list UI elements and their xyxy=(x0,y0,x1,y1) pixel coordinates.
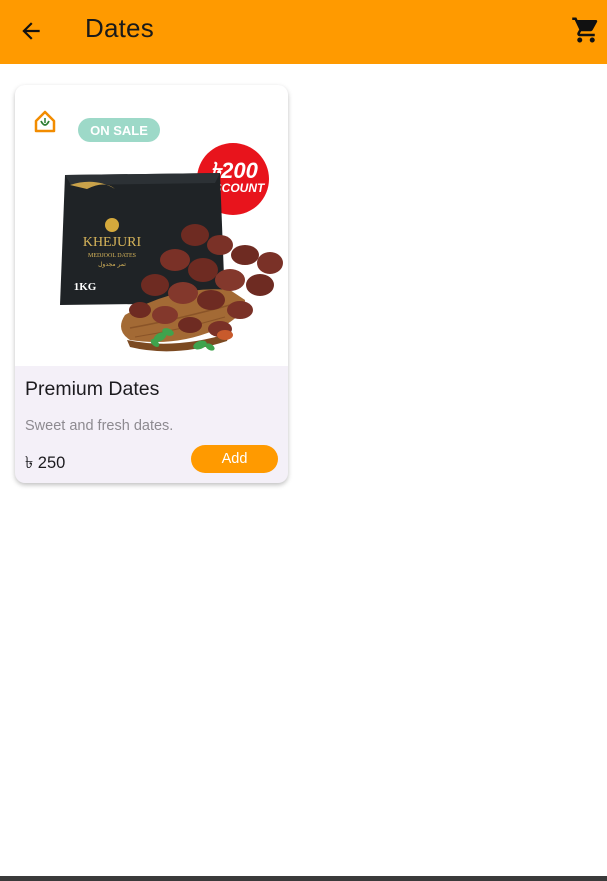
product-description: Sweet and fresh dates. xyxy=(25,418,174,434)
on-sale-badge: ON SALE xyxy=(78,118,160,142)
store-logo-icon xyxy=(34,110,56,133)
box-weight: 1KG xyxy=(74,281,97,293)
app-bar: Dates xyxy=(0,0,607,64)
product-details: Premium Dates Sweet and fresh dates. ৳ 2… xyxy=(15,366,288,483)
product-card[interactable]: ON SALE ৳200 DISCOUNT KHEJURI MEDJOOL DA… xyxy=(15,85,288,483)
box-arabic: تمر مجدول xyxy=(98,261,126,268)
page-title: Dates xyxy=(85,13,154,43)
product-image: ON SALE ৳200 DISCOUNT KHEJURI MEDJOOL DA… xyxy=(15,85,288,366)
shopping-cart-icon xyxy=(572,17,598,43)
box-subtitle: MEDJOOL DATES xyxy=(88,253,136,259)
back-button[interactable] xyxy=(16,16,46,46)
arrow-back-icon xyxy=(22,22,40,40)
add-to-cart-button[interactable]: Add xyxy=(191,445,278,473)
cart-button[interactable] xyxy=(570,14,602,46)
bottom-edge xyxy=(0,876,607,881)
on-sale-label: ON SALE xyxy=(90,123,148,138)
product-name: Premium Dates xyxy=(25,378,160,400)
product-price: ৳ 250 xyxy=(25,454,66,472)
box-brand: KHEJURI xyxy=(83,235,142,250)
